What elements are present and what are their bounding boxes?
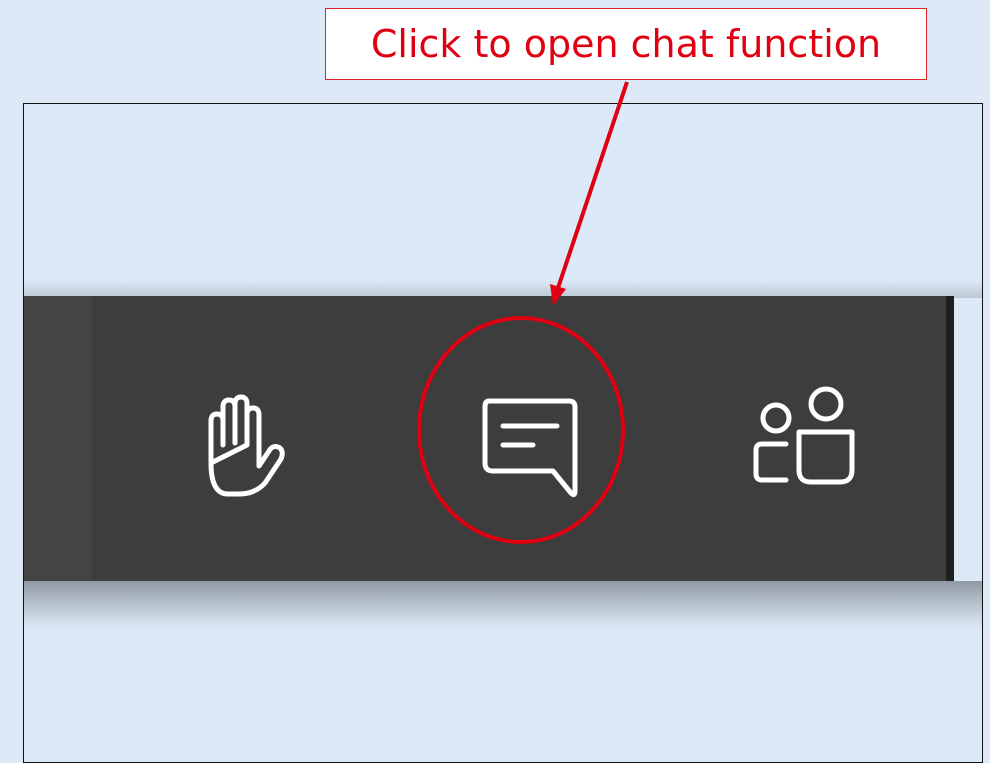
toolbar-right-divider <box>946 296 954 581</box>
participants-button[interactable] <box>724 366 874 496</box>
hand-icon <box>208 394 285 497</box>
annotation-callout: Click to open chat function <box>325 8 927 80</box>
people-icon <box>753 386 855 485</box>
meeting-toolbar <box>24 296 954 581</box>
chat-button[interactable] <box>449 371 589 501</box>
toolbar-bottom-shadow <box>24 581 982 629</box>
chat-bubble-icon <box>482 398 578 498</box>
meeting-screenshot-frame <box>23 103 983 763</box>
toolbar-left-panel <box>24 296 92 581</box>
annotation-callout-text: Click to open chat function <box>370 22 882 66</box>
raise-hand-button[interactable] <box>169 371 289 501</box>
